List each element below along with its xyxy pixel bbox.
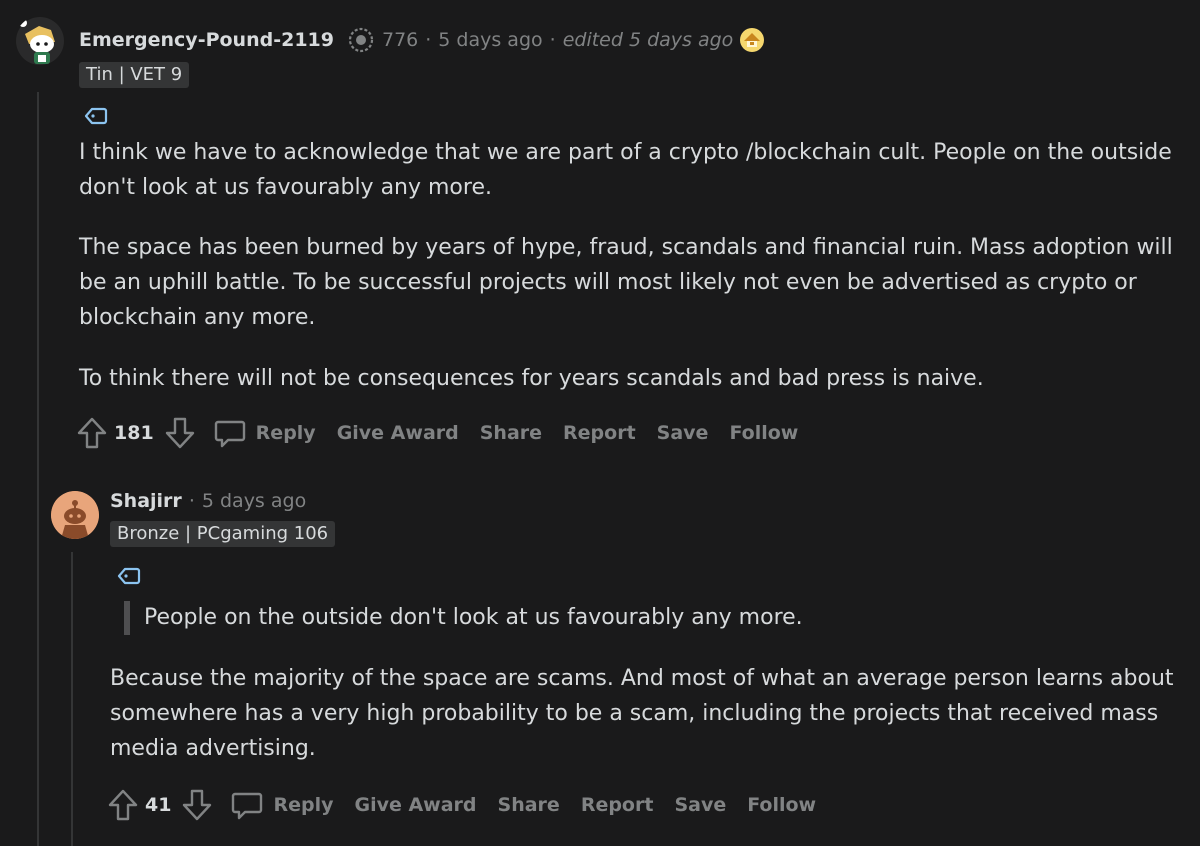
vote-score: 41	[145, 794, 172, 816]
give-award-button[interactable]: Give Award	[337, 422, 459, 444]
tag-icon	[84, 107, 108, 129]
avatar[interactable]	[51, 491, 99, 539]
thread-line-comment-2[interactable]	[71, 552, 73, 846]
separator: ·	[549, 29, 556, 51]
save-button[interactable]: Save	[674, 794, 726, 816]
username[interactable]: Shajirr	[110, 490, 182, 512]
edited-label: edited 5 days ago	[562, 29, 734, 51]
reply-button[interactable]: Reply	[273, 794, 333, 816]
arrow-up-icon[interactable]	[107, 788, 139, 822]
user-flair: Bronze | PCgaming 106	[110, 521, 336, 547]
follow-button[interactable]: Follow	[729, 422, 798, 444]
karma-count: 776	[381, 29, 419, 51]
vote-score: 181	[114, 422, 154, 444]
timestamp[interactable]: 5 days ago	[202, 490, 306, 512]
karma-badge-icon	[348, 27, 374, 53]
comment-header: Shajirr · 5 days ago	[110, 487, 306, 515]
arrow-down-icon[interactable]	[164, 416, 196, 450]
snoo-avatar-icon	[51, 491, 99, 539]
arrow-down-icon[interactable]	[181, 788, 213, 822]
edited-timestamp: edited 5 days ago	[563, 29, 734, 51]
share-button[interactable]: Share	[498, 794, 560, 816]
tag-icon	[117, 567, 141, 589]
user-flair: Tin | VET 9	[79, 62, 190, 88]
reply-button[interactable]: Reply	[256, 422, 316, 444]
username[interactable]: Emergency-Pound-2119	[79, 29, 334, 51]
comment-paragraph: The space has been burned by years of hy…	[79, 235, 1173, 330]
comment-paragraph: Because the majority of the space are sc…	[110, 666, 1174, 761]
comment-header: Emergency-Pound-2119 776 · 5 days ago · …	[79, 26, 765, 54]
separator: ·	[188, 490, 195, 512]
comment-paragraph: I think we have to acknowledge that we a…	[79, 140, 1172, 200]
speech-bubble-icon[interactable]	[231, 788, 263, 822]
comment-actions: 41 Reply Give Award Share Report Save Fo…	[107, 785, 837, 825]
award-icon[interactable]	[739, 27, 765, 53]
timestamp[interactable]: 5 days ago	[438, 29, 542, 51]
speech-bubble-icon[interactable]	[214, 416, 246, 450]
report-button[interactable]: Report	[581, 794, 654, 816]
save-button[interactable]: Save	[657, 422, 709, 444]
arrow-up-icon[interactable]	[76, 416, 108, 450]
avatar[interactable]	[15, 16, 65, 66]
blockquote-bar	[124, 601, 130, 635]
comment-paragraph: To think there will not be consequences …	[79, 366, 984, 391]
snoo-avatar-icon	[16, 17, 64, 65]
comment-actions: 181 Reply Give Award Share Report Save F…	[76, 413, 819, 453]
give-award-button[interactable]: Give Award	[354, 794, 476, 816]
thread-line-comment-1[interactable]	[37, 92, 39, 846]
blockquote-text: People on the outside don't look at us f…	[144, 605, 803, 630]
separator: ·	[425, 29, 432, 51]
follow-button[interactable]: Follow	[747, 794, 816, 816]
report-button[interactable]: Report	[563, 422, 636, 444]
share-button[interactable]: Share	[480, 422, 542, 444]
